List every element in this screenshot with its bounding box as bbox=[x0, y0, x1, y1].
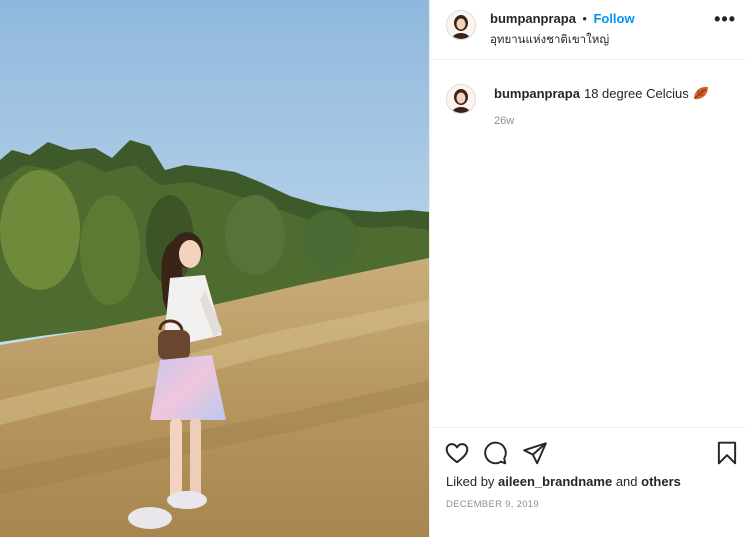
post-image bbox=[0, 0, 429, 537]
comment-bubble-icon[interactable] bbox=[482, 440, 508, 466]
caption-username[interactable]: bumpanprapa bbox=[494, 86, 580, 101]
likes-joiner: and bbox=[615, 474, 638, 489]
paper-plane-icon[interactable] bbox=[522, 440, 548, 466]
separator: • bbox=[582, 11, 587, 26]
header-text: bumpanprapa • Follow อุทยานแห่งชาติเขาให… bbox=[490, 10, 710, 49]
likes-others-link[interactable]: others bbox=[641, 474, 681, 489]
post-actions: Liked by aileen_brandname and others DEC… bbox=[430, 427, 745, 537]
post-photo[interactable] bbox=[0, 0, 429, 537]
caption: bumpanprapa 18 degree Celcius bbox=[494, 85, 734, 106]
avatar[interactable] bbox=[446, 10, 476, 40]
post-date[interactable]: DECEMBER 9, 2019 bbox=[446, 499, 539, 510]
caption-avatar[interactable] bbox=[446, 84, 476, 114]
fallen-leaf-icon bbox=[692, 85, 710, 106]
post-header: bumpanprapa • Follow อุทยานแห่งชาติเขาให… bbox=[430, 0, 745, 60]
avatar-image bbox=[447, 85, 475, 113]
follow-button[interactable]: Follow bbox=[593, 11, 634, 26]
avatar-image bbox=[447, 11, 475, 39]
more-horizontal-icon[interactable]: ••• bbox=[714, 10, 736, 28]
likes-summary: Liked by aileen_brandname and others bbox=[446, 474, 681, 489]
caption-text: 18 degree Celcius bbox=[583, 86, 689, 101]
timestamp[interactable]: 26w bbox=[494, 115, 514, 127]
comments-section: bumpanprapa 18 degree Celcius 26w bbox=[430, 60, 745, 426]
likes-prefix: Liked by bbox=[446, 474, 495, 489]
liked-by-user-link[interactable]: aileen_brandname bbox=[498, 474, 612, 489]
location-link[interactable]: อุทยานแห่งชาติเขาใหญ่ bbox=[490, 31, 710, 49]
post-details-panel: bumpanprapa • Follow อุทยานแห่งชาติเขาให… bbox=[429, 0, 745, 537]
bookmark-icon[interactable] bbox=[714, 440, 740, 466]
username-link[interactable]: bumpanprapa bbox=[490, 11, 576, 26]
heart-icon[interactable] bbox=[444, 440, 470, 466]
